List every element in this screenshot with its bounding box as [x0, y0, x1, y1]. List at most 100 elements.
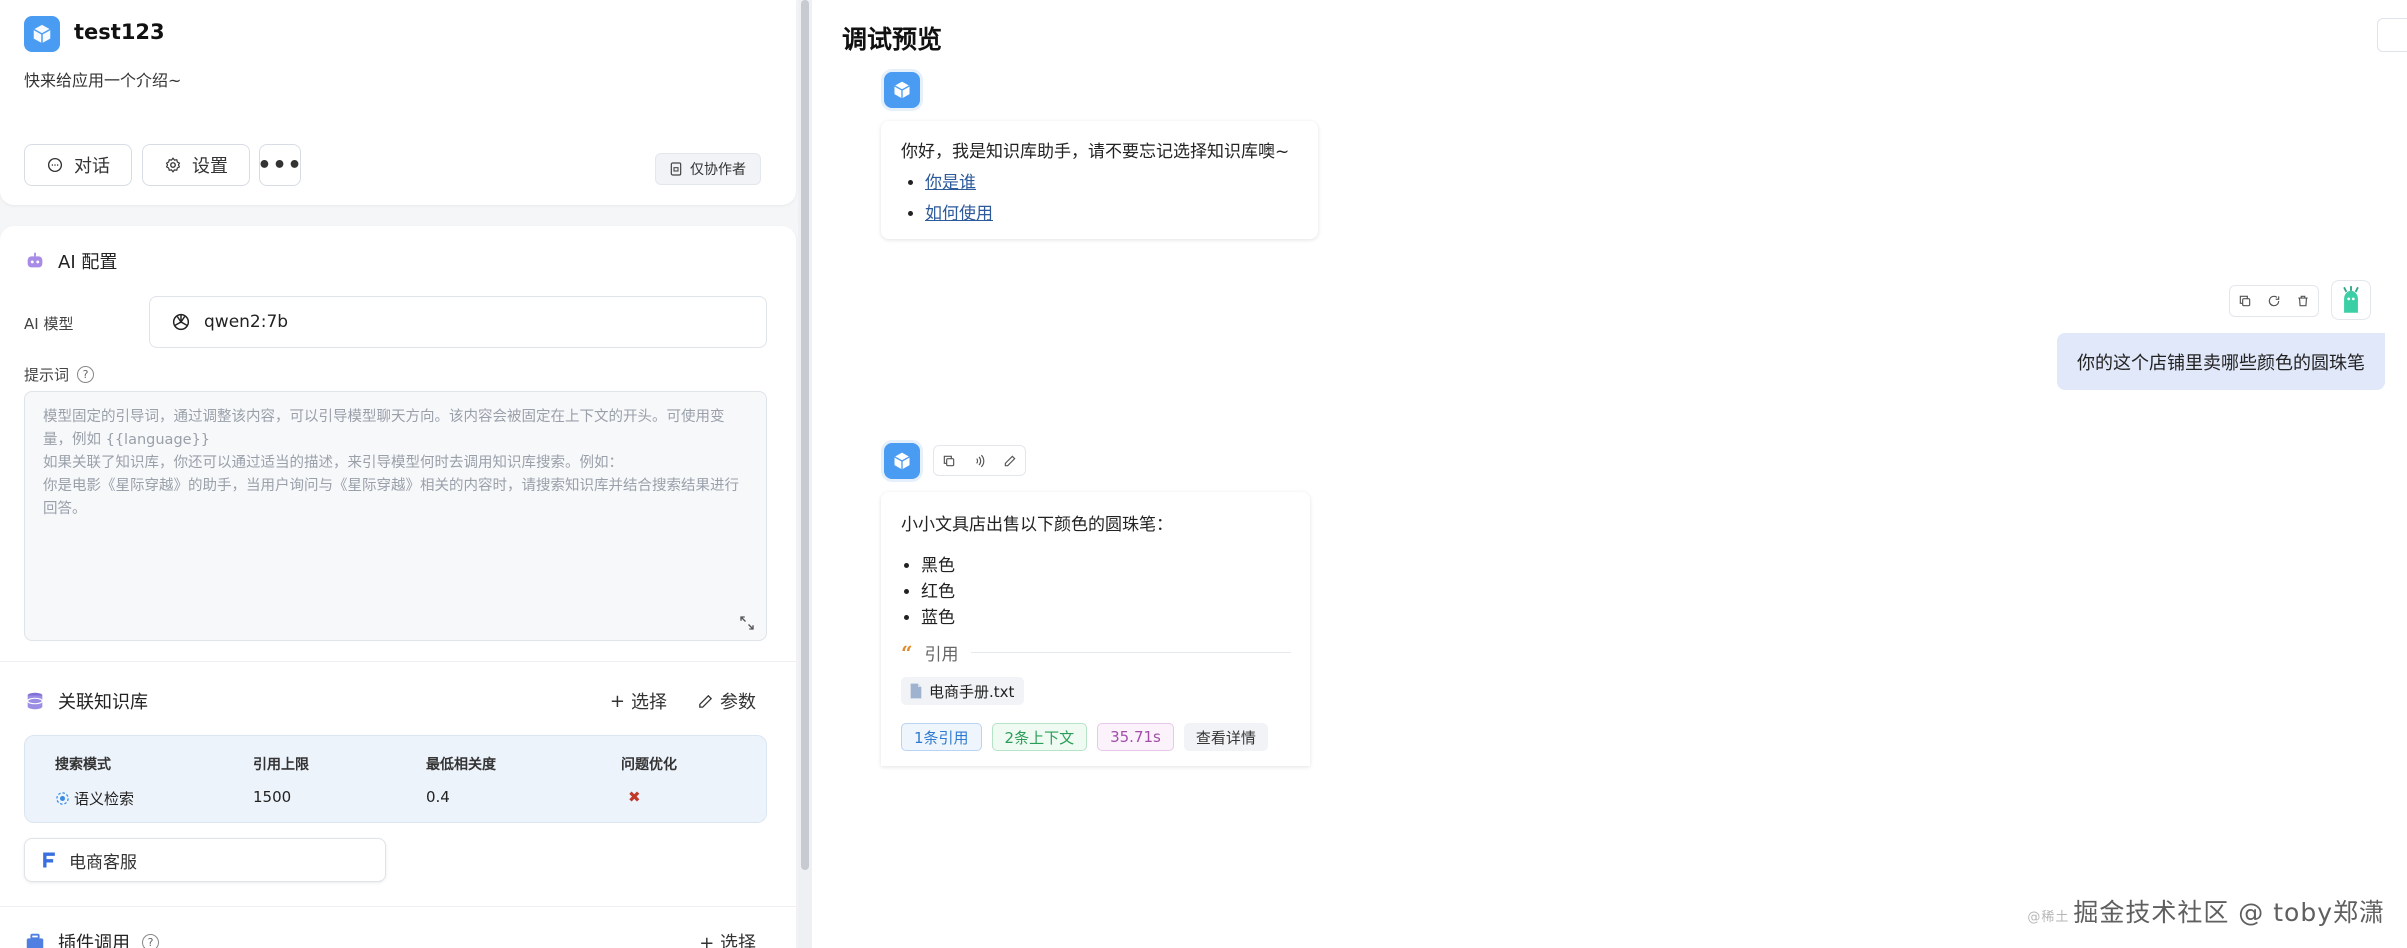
prompt-label-row: 提示词 ?: [24, 364, 95, 385]
ai-config-title: AI 配置: [58, 252, 118, 273]
chat-button-label: 对话: [74, 156, 110, 177]
gear-icon: [165, 157, 181, 173]
search-settings-table[interactable]: 搜索模式 引用上限 最低相关度 问题优化 语义检索 1500 0.4 ✖: [24, 735, 767, 823]
app-cube-icon: [24, 16, 60, 52]
user-avatar: [2331, 280, 2371, 320]
source-file-chip[interactable]: 电商手册.txt: [901, 677, 1025, 705]
context-count-tag[interactable]: 2条上下文: [991, 723, 1088, 751]
welcome-message: 你好，我是知识库助手，请不要忘记选择知识库噢~ 你是谁 如何使用: [881, 121, 1318, 239]
kb-params-label: 参数: [720, 692, 756, 713]
settings-button-label: 设置: [192, 156, 228, 177]
watermark-text: 掘金技术社区 @ toby郑潇: [2073, 898, 2385, 927]
ai-config-header: AI 配置: [24, 248, 117, 274]
search-mode-value: 语义检索: [74, 790, 135, 808]
dataset-chip[interactable]: 电商客服: [24, 838, 386, 882]
chat-button[interactable]: 对话: [24, 144, 132, 186]
settings-button[interactable]: 设置: [142, 144, 250, 186]
collaborator-badge[interactable]: 仅协作者: [655, 153, 761, 185]
user-message-tools: [2229, 285, 2319, 317]
bot-message-tools: [933, 445, 1026, 476]
preview-panel: 调试预览 你好，我是知识库助手，请不要忘记选择知识库噢~ 你是谁 如何使用 你的…: [812, 0, 2407, 948]
kb-params-button[interactable]: 参数: [697, 688, 756, 714]
header-limit: 引用上限: [253, 757, 309, 773]
watermark-prefix: @稀土: [2027, 910, 2070, 925]
prompt-label: 提示词: [24, 366, 70, 384]
config-panel: test123 快来给应用一个介绍~ 对话 设置 ••• 仅协作者 AI 配置 …: [0, 0, 798, 948]
header-search-mode: 搜索模式: [55, 757, 111, 773]
model-value: qwen2:7b: [204, 312, 289, 332]
cell-limit: 1500: [253, 788, 292, 806]
toolbox-icon: [26, 933, 44, 948]
answer-item: 黑色: [921, 553, 1290, 579]
quick-question-link[interactable]: 如何使用: [925, 204, 993, 224]
answer-intro: 小小文具店出售以下颜色的圆珠笔：: [901, 515, 1173, 535]
plugin-title: 插件调用: [58, 933, 130, 948]
cell-similarity: 0.4: [426, 788, 450, 806]
answer-tags: 1条引用 2条上下文 35.71s 查看详情: [901, 723, 1268, 751]
preview-title: 调试预览: [842, 25, 943, 54]
cell-search-mode: 语义检索: [55, 788, 134, 809]
source-file-name: 电商手册.txt: [929, 682, 1015, 701]
config-card: AI 配置 AI 模型 qwen2:7b 提示词 ? 模型固定的引导词，通过调整…: [0, 226, 796, 948]
chat-bubble-icon: [47, 157, 63, 173]
kb-select-button[interactable]: + 选择: [610, 688, 667, 714]
robot-icon: [27, 252, 43, 268]
scrollbar-thumb[interactable]: [801, 0, 809, 870]
collaborator-label: 仅协作者: [690, 162, 746, 178]
lock-doc-icon: [670, 162, 682, 176]
more-button[interactable]: •••: [257, 144, 302, 186]
copy-icon[interactable]: [942, 454, 956, 468]
cell-optimize: ✖: [628, 788, 641, 806]
view-details-button[interactable]: 查看详情: [1183, 723, 1268, 751]
knowledge-title: 关联知识库: [58, 692, 148, 713]
expand-icon[interactable]: [738, 614, 756, 632]
model-label: AI 模型: [24, 315, 74, 333]
app-header-card: test123 快来给应用一个介绍~ 对话 设置 ••• 仅协作者: [0, 0, 796, 205]
model-select[interactable]: qwen2:7b: [149, 296, 767, 348]
retry-icon[interactable]: [2267, 294, 2281, 308]
prompt-textarea[interactable]: 模型固定的引导词，通过调整该内容，可以引导模型聊天方向。该内容会被固定在上下文的…: [24, 391, 767, 641]
database-icon: [27, 692, 43, 710]
quote-count-tag[interactable]: 1条引用: [901, 723, 982, 751]
divider: [0, 906, 796, 907]
quote-label: 引用: [924, 645, 959, 665]
delete-icon[interactable]: [2296, 294, 2310, 308]
plugin-select-label: 选择: [720, 933, 756, 948]
knowledge-actions: + 选择 参数: [610, 688, 756, 714]
quote-section: “ 引用: [901, 640, 1291, 665]
welcome-text: 你好，我是知识库助手，请不要忘记选择知识库噢~: [901, 142, 1290, 162]
quote-icon: “: [901, 640, 913, 665]
help-icon[interactable]: ?: [77, 366, 95, 383]
plugin-help-icon[interactable]: ?: [142, 933, 159, 948]
semantic-icon: [56, 792, 69, 805]
bot-avatar: [884, 443, 920, 479]
dataset-logo-icon: [43, 852, 55, 868]
quote-divider: [970, 652, 1291, 653]
app-intro[interactable]: 快来给应用一个介绍~: [24, 67, 181, 91]
plugin-select-button[interactable]: + 选择: [699, 929, 756, 948]
app-name: test123: [74, 20, 165, 44]
kb-select-label: 选择: [631, 692, 667, 713]
edit-icon: [699, 694, 713, 708]
knowledge-header: 关联知识库: [24, 688, 148, 714]
bot-avatar: [884, 72, 920, 108]
divider: [0, 661, 796, 662]
plugin-header: 插件调用 ?: [24, 929, 159, 948]
answer-item: 蓝色: [921, 605, 1290, 631]
quick-question-link[interactable]: 你是谁: [925, 173, 976, 193]
user-message: 你的这个店铺里卖哪些颜色的圆珠笔: [2057, 333, 2385, 390]
header-optimize: 问题优化: [621, 757, 677, 773]
watermark: @稀土 掘金技术社区 @ toby郑潇: [2027, 893, 2385, 929]
response-time-tag[interactable]: 35.71s: [1097, 723, 1174, 751]
openai-icon: [172, 313, 190, 331]
prompt-placeholder-line-3: 你是电影《星际穿越》的助手，当用户询问与《星际穿越》相关的内容时，请搜索知识库并…: [43, 478, 739, 517]
speaker-icon[interactable]: [972, 454, 986, 468]
copy-icon[interactable]: [2238, 294, 2252, 308]
file-icon: [910, 683, 922, 699]
dataset-name: 电商客服: [69, 852, 137, 873]
edit-icon[interactable]: [1003, 454, 1017, 468]
prompt-placeholder-line-1: 模型固定的引导词，通过调整该内容，可以引导模型聊天方向。该内容会被固定在上下文的…: [43, 409, 725, 448]
answer-item: 红色: [921, 579, 1290, 605]
clear-chat-icon[interactable]: [2377, 18, 2407, 52]
prompt-placeholder-line-2: 如果关联了知识库，你还可以通过适当的描述，来引导模型何时去调用知识库搜索。例如：: [43, 455, 623, 471]
